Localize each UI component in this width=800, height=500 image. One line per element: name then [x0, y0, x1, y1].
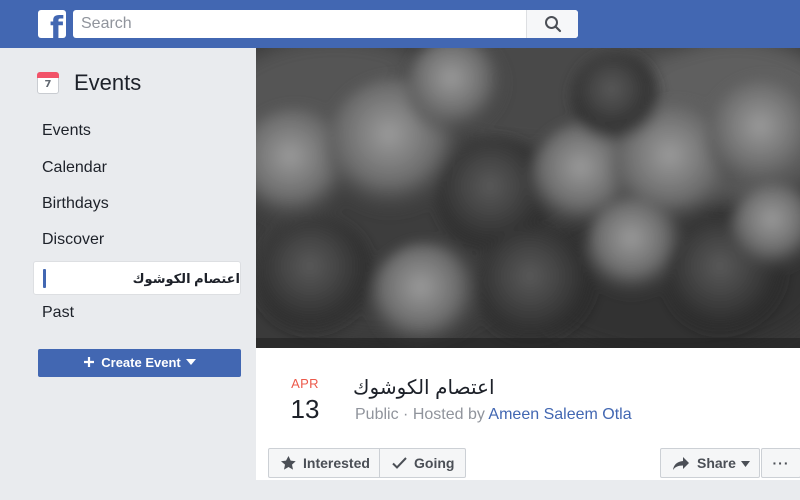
logo-letter: f: [49, 11, 63, 39]
checkmark-icon: [392, 457, 407, 469]
left-sidebar: 7 Events Events Calendar Birthdays Disco…: [0, 48, 256, 500]
event-meta: Public · Hosted by Ameen Saleem Otla: [355, 406, 632, 424]
calendar-icon-day: 7: [44, 79, 52, 90]
more-options-button[interactable]: ···: [761, 448, 800, 478]
event-privacy: Public: [355, 406, 399, 423]
hosted-by-label: Hosted by: [412, 406, 485, 423]
search-bar: [73, 10, 578, 38]
create-event-label: Create Event: [101, 355, 181, 370]
sidebar-item-discover[interactable]: Discover: [33, 223, 241, 257]
plus-icon: [84, 357, 95, 367]
caret-down-icon: [185, 359, 196, 365]
going-button[interactable]: Going: [379, 448, 466, 478]
smoke-photo: [256, 48, 800, 348]
search-icon: [545, 16, 562, 33]
event-title: اعتصام الكوشوك: [353, 377, 495, 399]
sidebar-item-events[interactable]: Events: [33, 114, 241, 148]
share-button[interactable]: Share: [660, 448, 760, 478]
facebook-logo-icon[interactable]: f: [38, 10, 66, 38]
event-cover-photo[interactable]: [256, 48, 800, 348]
sidebar-item-current-event[interactable]: اعتصام الكوشوك: [33, 261, 241, 295]
going-label: Going: [414, 455, 455, 471]
event-month: APR: [291, 376, 319, 391]
more-icon: ···: [772, 455, 790, 471]
star-icon: [281, 456, 296, 470]
create-event-button[interactable]: Create Event: [38, 349, 241, 377]
calendar-icon: 7: [37, 72, 59, 94]
search-button[interactable]: [526, 10, 578, 38]
event-day: 13: [290, 394, 320, 424]
caret-down-icon: [741, 461, 750, 467]
sidebar-title[interactable]: Events: [74, 70, 141, 96]
event-info-card: APR 13 اعتصام الكوشوك Public · Hosted by…: [256, 348, 800, 480]
event-main-content: APR 13 اعتصام الكوشوك Public · Hosted by…: [256, 48, 800, 500]
share-arrow-icon: [673, 457, 689, 470]
search-input[interactable]: [73, 10, 525, 38]
sidebar-item-calendar[interactable]: Calendar: [33, 151, 241, 185]
meta-separator: ·: [403, 406, 409, 423]
event-date: APR 13: [276, 376, 334, 425]
sidebar-item-past[interactable]: Past: [33, 296, 241, 330]
share-label: Share: [697, 455, 736, 471]
interested-label: Interested: [303, 455, 370, 471]
host-link[interactable]: Ameen Saleem Otla: [488, 406, 631, 423]
interested-button[interactable]: Interested: [268, 448, 380, 478]
sidebar-item-birthdays[interactable]: Birthdays: [33, 187, 241, 221]
top-navigation-bar: f: [0, 0, 800, 48]
